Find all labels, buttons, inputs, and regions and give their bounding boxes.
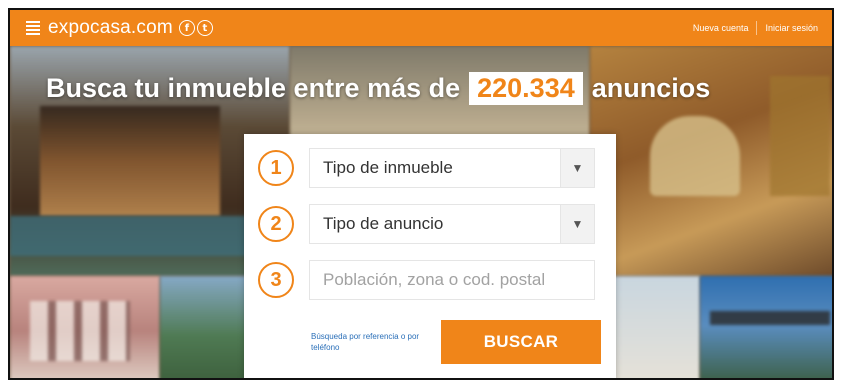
new-account-link[interactable]: Nueva cuenta xyxy=(693,23,749,33)
top-bar: expocasa.com f t Nueva cuenta Iniciar se… xyxy=(10,10,832,46)
photo-tile-arch xyxy=(650,116,740,196)
photo-tile-patio xyxy=(700,276,832,378)
reference-search-link[interactable]: Búsqueda por referencia o por teléfono xyxy=(311,331,421,353)
login-link[interactable]: Iniciar sesión xyxy=(765,23,818,33)
dropdown-arrow-icon[interactable]: ▼ xyxy=(560,205,594,243)
step-number-3: 3 xyxy=(258,262,294,298)
twitter-icon[interactable]: t xyxy=(196,20,213,36)
social-links: f t xyxy=(178,20,213,36)
step-number-2: 2 xyxy=(258,206,294,242)
listing-count-badge: 220.334 xyxy=(469,72,583,105)
headline-text-before: Busca tu inmueble entre más de xyxy=(46,73,461,103)
search-panel: 1 Tipo de inmueble ▼ 2 Tipo de anuncio ▼… xyxy=(244,134,616,378)
property-type-select[interactable]: Tipo de inmueble ▼ xyxy=(309,148,595,188)
facebook-icon[interactable]: f xyxy=(178,20,195,36)
location-input[interactable] xyxy=(309,260,595,300)
step-number-1: 1 xyxy=(258,150,294,186)
photo-tile-balconies xyxy=(30,301,130,361)
step-listing-type: 2 Tipo de anuncio ▼ xyxy=(258,204,595,244)
auth-divider xyxy=(756,21,758,35)
listing-type-value: Tipo de anuncio xyxy=(323,214,444,233)
dropdown-arrow-icon[interactable]: ▼ xyxy=(560,149,594,187)
photo-tile-building xyxy=(610,276,700,378)
photo-tile-pergola xyxy=(40,106,220,216)
photo-tile-pool xyxy=(10,216,280,256)
brand-logo[interactable]: expocasa.com xyxy=(48,17,173,39)
hamburger-menu-icon[interactable] xyxy=(26,21,40,35)
listing-type-select[interactable]: Tipo de anuncio ▼ xyxy=(309,204,595,244)
hero-headline: Busca tu inmueble entre más de 220.334 a… xyxy=(10,72,832,105)
step-property-type: 1 Tipo de inmueble ▼ xyxy=(258,148,595,188)
browser-frame: expocasa.com f t Nueva cuenta Iniciar se… xyxy=(8,8,834,380)
auth-links: Nueva cuenta Iniciar sesión xyxy=(693,10,818,46)
search-button[interactable]: BUSCAR xyxy=(441,320,601,364)
property-type-value: Tipo de inmueble xyxy=(323,158,453,177)
photo-tile-pergola-roof xyxy=(710,311,830,325)
step-location: 3 xyxy=(258,260,595,300)
headline-text-after: anuncios xyxy=(591,73,711,103)
